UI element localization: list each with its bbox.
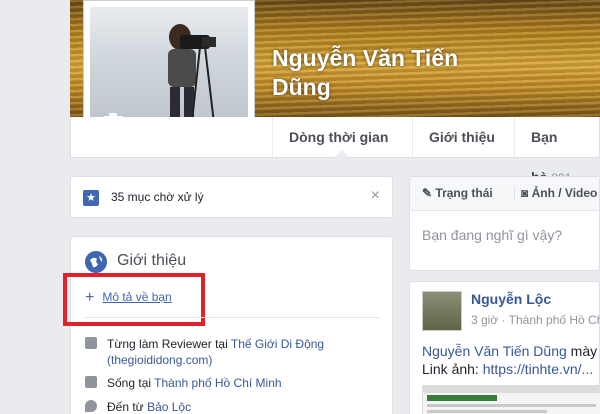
thumbnail-line <box>427 410 547 413</box>
post-image-thumbnail[interactable] <box>422 385 600 414</box>
work-prefix: Từng làm Reviewer tại <box>107 337 231 351</box>
tab-about-label: Giới thiệu <box>429 129 495 145</box>
tab-about[interactable]: Giới thiệu <box>412 117 511 157</box>
tab-photo-video[interactable]: ◙ Ảnh / Video <box>514 186 597 200</box>
post-text-suffix: mày <box>566 343 598 359</box>
active-tab-indicator <box>334 150 350 158</box>
briefcase-icon <box>85 337 97 349</box>
tab-status-label: Trạng thái <box>435 186 493 200</box>
location-pin-icon <box>85 400 97 412</box>
lives-row: Sống tại Thành phố Hồ Chí Minh <box>85 375 282 391</box>
link-prefix: Link ảnh: <box>422 361 483 377</box>
thumbnail-browser-bar <box>423 386 600 393</box>
intro-card: Giới thiệu + Mô tả về bạn Từng làm Review… <box>63 236 393 414</box>
work-row: Từng làm Reviewer tại Thế Giới Di Động (… <box>85 336 324 368</box>
globe-icon <box>85 251 107 273</box>
tab-photo-label: Ảnh / Video <box>531 186 598 200</box>
avatar[interactable] <box>422 291 462 331</box>
work-site-link[interactable]: (thegioididong.com) <box>107 352 324 368</box>
from-place-link[interactable]: Bảo Lộc <box>147 400 191 414</box>
post-url-link[interactable]: https://tinhte.vn/... <box>483 361 594 377</box>
profile-name[interactable]: Nguyễn Văn Tiến Dũng <box>272 44 458 102</box>
home-icon <box>85 376 97 388</box>
composer-input[interactable]: Bạn đang nghĩ gì vậy? <box>422 227 562 243</box>
tab-status[interactable]: ✎ Trạng thái <box>422 186 493 200</box>
composer-tabs: ✎ Trạng thái ◙ Ảnh / Video <box>410 177 599 211</box>
intro-title: Giới thiệu <box>117 252 187 269</box>
post-composer: ✎ Trạng thái ◙ Ảnh / Video Bạn đang nghĩ… <box>409 176 600 271</box>
from-prefix: Đến từ <box>107 400 148 414</box>
profile-name-line2[interactable]: Dũng <box>272 73 458 102</box>
post-meta: 3 giờ · Thành phố Hồ Ch <box>471 313 600 327</box>
post-author-link[interactable]: Nguyễn Lộc <box>471 291 551 307</box>
post-text: Nguyễn Văn Tiến Dũng mày Link ảnh: https… <box>422 342 597 378</box>
divider <box>85 317 380 318</box>
lives-prefix: Sống tại <box>107 376 155 390</box>
profile-name-line1[interactable]: Nguyễn Văn Tiến <box>272 44 458 73</box>
pending-items-text[interactable]: 35 mục chờ xử lý <box>111 190 204 204</box>
tagged-user-link[interactable]: Nguyễn Văn Tiến Dũng <box>422 343 567 359</box>
thumbnail-line <box>427 404 596 407</box>
work-place-link[interactable]: Thế Giới Di Động <box>231 337 324 351</box>
feed-post: Nguyễn Lộc 3 giờ · Thành phố Hồ Ch Nguyễ… <box>409 281 600 414</box>
from-row: Đến từ Bảo Lộc <box>85 399 191 414</box>
red-highlight-box <box>63 273 205 326</box>
camera-icon: ◙ <box>521 186 529 200</box>
close-icon[interactable]: × <box>371 187 380 205</box>
tab-friends[interactable]: Bạn bè891 <box>514 117 599 185</box>
lives-place-link[interactable]: Thành phố Hồ Chí Minh <box>154 376 281 390</box>
pencil-icon: ✎ <box>422 186 433 200</box>
thumbnail-tab <box>427 395 497 401</box>
tab-timeline-label: Dòng thời gian <box>289 129 389 145</box>
pending-items-card[interactable]: ★ 35 mục chờ xử lý × <box>70 176 393 218</box>
star-icon: ★ <box>83 190 99 206</box>
